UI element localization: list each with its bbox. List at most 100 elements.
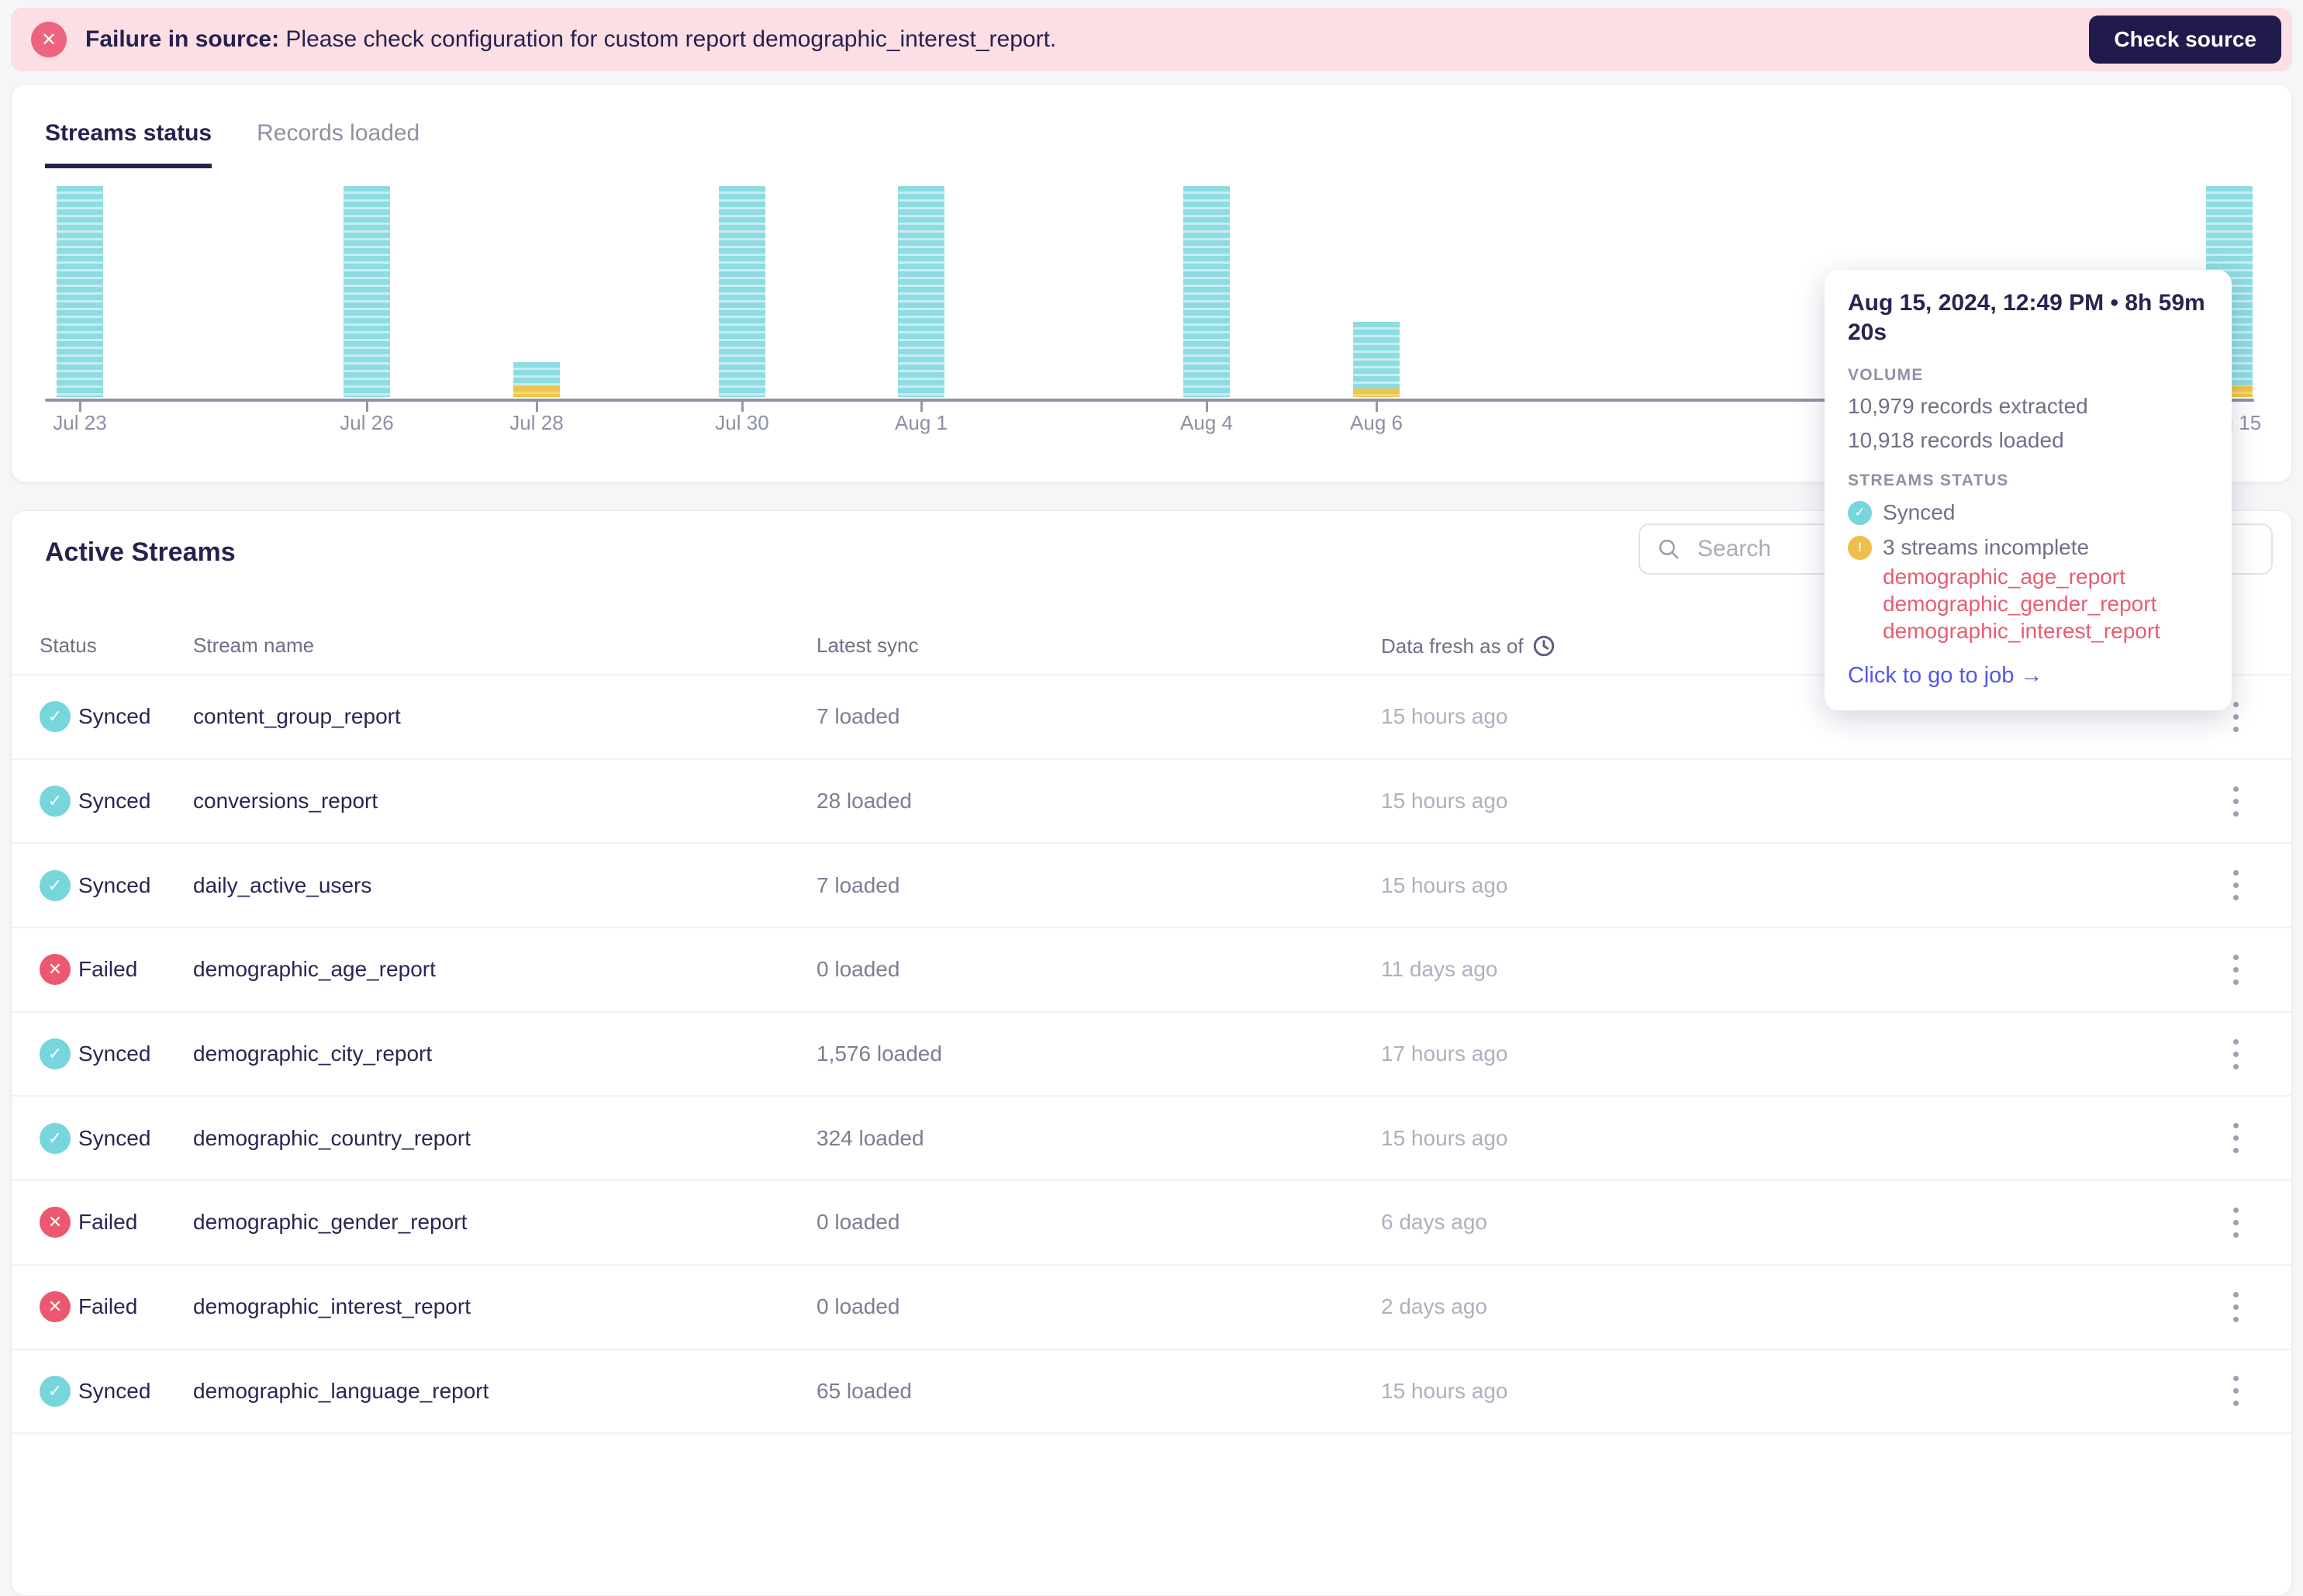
latest-sync-value: 324 loaded [817, 1125, 924, 1150]
data-fresh-value: 15 hours ago [1381, 789, 1508, 814]
synced-check-icon: ✓ [40, 786, 71, 817]
status-label: Synced [78, 789, 151, 814]
bar-segment-synced [1353, 322, 1400, 389]
row-menu-button[interactable] [2214, 776, 2257, 827]
latest-sync-value: 1,576 loaded [817, 1042, 942, 1066]
tooltip-records-extracted: 10,979 records extracted [1848, 394, 2088, 418]
latest-sync-value: 65 loaded [817, 1378, 913, 1403]
bar-segment-incomplete [1353, 389, 1400, 397]
table-row-demographic_interest_report: ✕ Failed demographic_interest_report 0 load… [12, 1266, 2291, 1350]
row-menu-button[interactable] [2214, 1113, 2257, 1164]
status-label: Synced [78, 1378, 151, 1403]
error-circle-icon: ✕ [31, 22, 67, 57]
bar-segment-synced [719, 186, 765, 397]
tooltip-incomplete-streams: demographic_age_report demographic_gender… [1883, 563, 2208, 644]
banner-message-bold: Failure in source: [85, 26, 280, 52]
bar-segment-synced [898, 186, 944, 397]
axis-label-aug-6: Aug 6 [1350, 411, 1403, 434]
row-menu-button[interactable] [2214, 944, 2257, 995]
status-label: Failed [78, 1294, 138, 1319]
data-fresh-value: 15 hours ago [1381, 704, 1508, 729]
table-row-demographic_city_report: ✓ Synced demographic_city_report 1,576 load… [12, 1013, 2291, 1097]
col-header-data-fresh: Data fresh as of [1381, 634, 1556, 658]
row-menu-button[interactable] [2214, 1366, 2257, 1417]
clock-icon [1533, 635, 1554, 657]
tooltip-records-loaded: 10,918 records loaded [1848, 428, 2064, 452]
latest-sync-value: 0 loaded [817, 1294, 900, 1319]
data-fresh-value: 15 hours ago [1381, 1125, 1508, 1150]
col-header-data-fresh-label: Data fresh as of [1381, 634, 1524, 658]
data-fresh-value: 17 hours ago [1381, 1042, 1508, 1066]
data-fresh-value: 11 days ago [1381, 957, 1498, 982]
chart-bar-jul-28[interactable] [513, 362, 560, 397]
status-label: Synced [78, 1125, 151, 1150]
section-title: Active Streams [45, 537, 236, 567]
axis-label-aug-1: Aug 1 [895, 411, 948, 434]
table-row-demographic_country_report: ✓ Synced demographic_country_report 324 loa… [12, 1097, 2291, 1182]
axis-label-aug-4: Aug 4 [1180, 411, 1233, 434]
tooltip-synced-row: ✓ Synced [1848, 500, 2208, 525]
bar-segment-incomplete [513, 386, 560, 397]
axis-label-jul-28: Jul 28 [509, 411, 564, 434]
table-row-daily_active_users: ✓ Synced daily_active_users 7 loaded 15 hour… [12, 844, 2291, 929]
synced-check-icon: ✓ [1848, 500, 1872, 525]
chart-bar-jul-30[interactable] [719, 186, 765, 397]
search-icon [1659, 539, 1679, 559]
failed-x-icon: ✕ [40, 1291, 71, 1323]
stream-name: content_group_report [193, 704, 401, 729]
col-header-stream-name: Stream name [193, 634, 315, 657]
latest-sync-value: 28 loaded [817, 789, 913, 814]
axis-label-jul-30: Jul 30 [715, 411, 769, 434]
row-menu-button[interactable] [2214, 860, 2257, 911]
latest-sync-value: 0 loaded [817, 957, 900, 982]
chart-bar-jul-26[interactable] [344, 186, 390, 397]
incomplete-stream-link-demographic_interest_report[interactable]: demographic_interest_report [1883, 617, 2208, 644]
incomplete-stream-link-demographic_gender_report[interactable]: demographic_gender_report [1883, 590, 2208, 617]
streams-table-body: ✓ Synced content_group_report 7 loaded 15 ho… [12, 675, 2291, 1435]
bar-segment-synced [57, 186, 103, 397]
synced-check-icon: ✓ [40, 1038, 71, 1070]
stream-name: daily_active_users [193, 872, 372, 897]
col-header-latest-sync: Latest sync [817, 634, 919, 657]
stream-name: demographic_language_report [193, 1378, 489, 1403]
row-menu-button[interactable] [2214, 1281, 2257, 1332]
check-source-button[interactable]: Check source [2089, 16, 2281, 64]
data-fresh-value: 15 hours ago [1381, 1378, 1508, 1403]
stream-name: demographic_gender_report [193, 1210, 468, 1235]
table-row-conversions_report: ✓ Synced conversions_report 28 loaded 15 hou… [12, 760, 2291, 845]
chart-bar-aug-1[interactable] [898, 186, 944, 397]
bar-segment-synced [513, 362, 560, 386]
stream-name: demographic_interest_report [193, 1294, 471, 1319]
axis-label-jul-23: Jul 23 [53, 411, 107, 434]
latest-sync-value: 0 loaded [817, 1210, 900, 1235]
stream-name: demographic_age_report [193, 957, 436, 982]
chart-bar-aug-4[interactable] [1183, 186, 1230, 397]
status-label: Synced [78, 1042, 151, 1066]
col-header-status: Status [40, 634, 97, 657]
error-banner: ✕ Failure in source: Please check config… [11, 8, 2292, 71]
tooltip-streams-status-heading: STREAMS STATUS [1848, 472, 2009, 489]
bar-segment-synced [1183, 186, 1230, 397]
synced-check-icon: ✓ [40, 701, 71, 733]
chart-bar-jul-23[interactable] [57, 186, 103, 397]
status-label: Failed [78, 957, 138, 982]
tooltip-synced-label: Synced [1883, 500, 1956, 524]
stream-name: demographic_city_report [193, 1042, 433, 1066]
axis-label-jul-26: Jul 26 [340, 411, 394, 434]
failed-x-icon: ✕ [40, 954, 71, 986]
incomplete-stream-link-demographic_age_report[interactable]: demographic_age_report [1883, 563, 2208, 590]
data-fresh-value: 6 days ago [1381, 1210, 1487, 1235]
synced-check-icon: ✓ [40, 1375, 71, 1407]
row-menu-button[interactable] [2214, 1197, 2257, 1248]
warning-icon: ! [1848, 535, 1872, 560]
failed-x-icon: ✕ [40, 1207, 71, 1238]
bar-segment-synced [344, 186, 390, 397]
chart-bar-aug-6[interactable] [1353, 322, 1400, 397]
synced-check-icon: ✓ [40, 869, 71, 901]
stream-name: demographic_country_report [193, 1125, 471, 1150]
row-menu-button[interactable] [2214, 1028, 2257, 1080]
table-row-demographic_gender_report: ✕ Failed demographic_gender_report 0 loaded… [12, 1181, 2291, 1266]
table-row-demographic_language_report: ✓ Synced demographic_language_report 65 loa… [12, 1350, 2291, 1435]
go-to-job-link[interactable]: Click to go to job → [1848, 663, 2042, 689]
chart-tooltip: Aug 15, 2024, 12:49 PM • 8h 59m 20s VOLU… [1825, 270, 2232, 710]
